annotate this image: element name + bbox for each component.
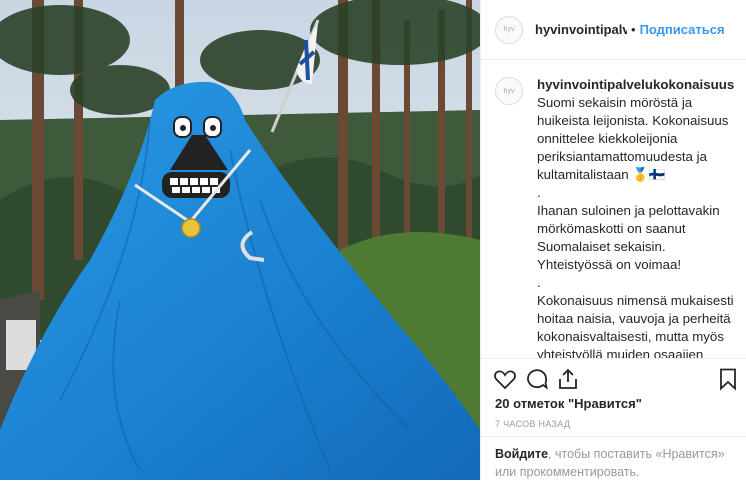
follow-button[interactable]: Подписаться	[640, 22, 725, 37]
post-photo[interactable]	[0, 0, 480, 480]
share-icon[interactable]	[556, 367, 580, 391]
caption-text: Suomi sekaisin möröstä ja huikeista leij…	[537, 95, 734, 358]
header-username[interactable]: hyvinvointipalvel	[535, 22, 627, 37]
avatar-text: hyv	[503, 26, 515, 33]
avatar[interactable]: hyv	[495, 15, 523, 44]
post-sidebar: hyv hyvinvointipalvel • Подписаться hyv …	[480, 0, 746, 480]
login-prompt: Войдите, чтобы поставить «Нравится» или …	[481, 436, 746, 480]
post-header: hyv hyvinvointipalvel • Подписаться	[481, 0, 746, 60]
post-time[interactable]: 7 ЧАСОВ НАЗАД	[495, 419, 570, 429]
login-link[interactable]: Войдите	[495, 447, 548, 461]
caption-text-block: hyvinvointipalvelukokonaisuus Suomi seka…	[537, 76, 734, 358]
bookmark-icon[interactable]	[716, 367, 740, 391]
caption-avatar-text: hyv	[503, 87, 515, 95]
likes-count[interactable]: 20 отметок "Нравится"	[495, 396, 642, 411]
instagram-post: hyv hyvinvointipalvel • Подписаться hyv …	[0, 0, 746, 480]
action-bar	[481, 358, 746, 396]
comment-icon[interactable]	[525, 367, 549, 391]
caption-username[interactable]: hyvinvointipalvelukokonaisuus	[537, 76, 734, 94]
separator-dot: •	[631, 22, 636, 37]
heart-icon[interactable]	[493, 367, 517, 391]
caption-area[interactable]: hyv hyvinvointipalvelukokonaisuus Suomi …	[481, 60, 746, 358]
caption-avatar[interactable]: hyv	[495, 77, 523, 105]
mork-tarp-photo	[0, 0, 480, 480]
